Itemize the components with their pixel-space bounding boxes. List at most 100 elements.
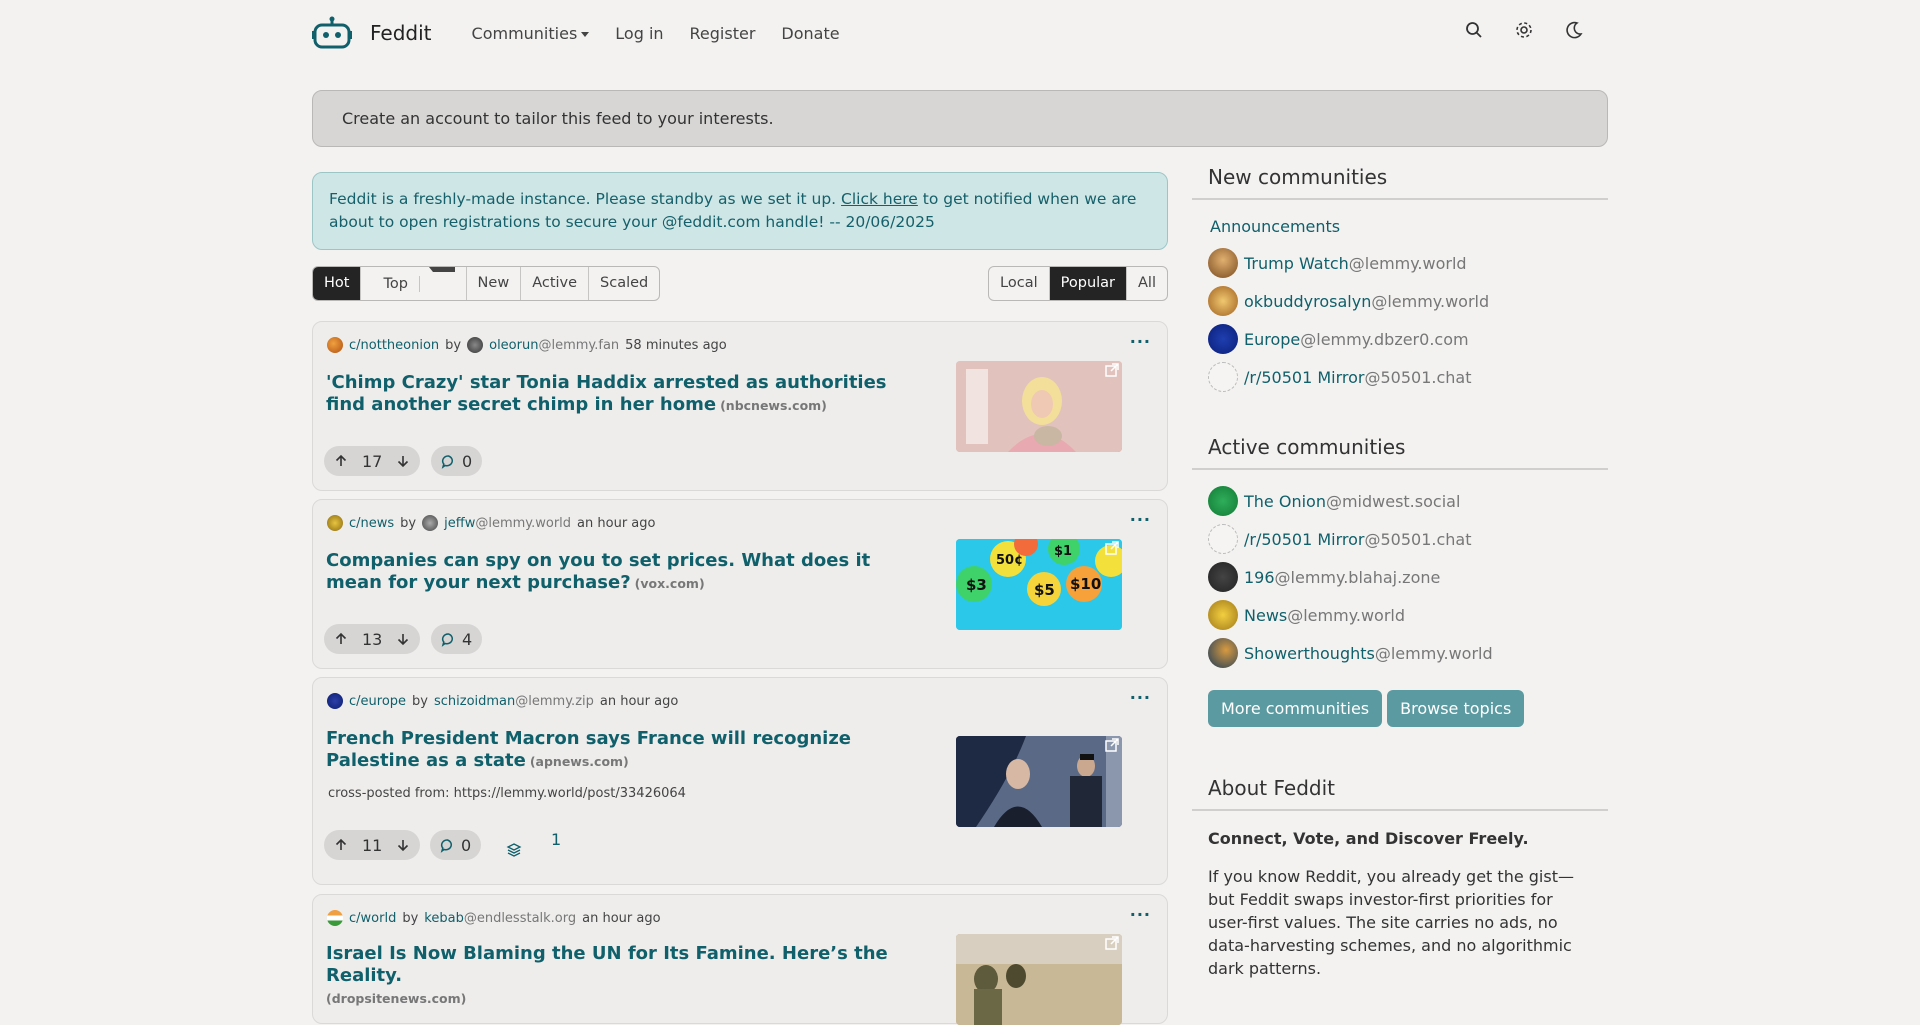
user-instance: @lemmy.zip: [515, 693, 594, 709]
community-link[interactable]: c/world: [349, 911, 396, 926]
community-item[interactable]: News @lemmy.world: [1208, 596, 1608, 634]
vote-controls: 13: [324, 624, 421, 654]
upvote-icon[interactable]: [334, 838, 348, 852]
crosspost-stack-icon[interactable]: [506, 842, 522, 858]
post-title[interactable]: 'Chimp Crazy' star Tonia Haddix arrested…: [326, 372, 926, 417]
external-link-icon: [1105, 936, 1119, 950]
post-card: c/world by kebab@endlesstalk.org an hour…: [312, 894, 1168, 1025]
announcements-link[interactable]: Announcements: [1208, 214, 1608, 240]
thumbnail-image: $3 $5 $10 $1 50¢: [956, 539, 1122, 630]
sort-top[interactable]: Top: [361, 267, 467, 300]
nav-donate[interactable]: Donate: [781, 24, 839, 43]
user-instance: @lemmy.world: [475, 515, 572, 531]
community-link[interactable]: c/europe: [349, 694, 406, 709]
community-icon: [327, 910, 343, 926]
community-name: Trump Watch: [1244, 253, 1349, 273]
sort-new[interactable]: New: [467, 267, 522, 300]
post-time: an hour ago: [577, 515, 656, 531]
thumbnail-image: [956, 361, 1122, 452]
post-thumbnail[interactable]: [956, 934, 1122, 1025]
vote-controls: 17: [324, 446, 421, 476]
community-item[interactable]: /r/50501 Mirror @50501.chat: [1208, 358, 1608, 396]
by-label: by: [400, 515, 417, 531]
sort-bar: Hot Top New Active Scaled Local Popular …: [312, 266, 1168, 301]
search-icon[interactable]: [1464, 20, 1484, 40]
user-link[interactable]: kebab: [424, 911, 464, 926]
community-name: /r/50501 Mirror: [1244, 529, 1365, 549]
notice-text-before: Feddit is a freshly-made instance. Pleas…: [329, 190, 837, 208]
community-name: The Onion: [1244, 491, 1326, 511]
community-item[interactable]: okbuddyrosalyn @lemmy.world: [1208, 282, 1608, 320]
svg-text:$3: $3: [966, 576, 987, 594]
more-options-icon[interactable]: ···: [1130, 688, 1151, 707]
community-name: Europe: [1244, 329, 1301, 349]
sidebar-buttons: More communities Browse topics: [1192, 690, 1608, 727]
community-avatar: [1208, 286, 1238, 316]
more-options-icon[interactable]: ···: [1130, 332, 1151, 351]
active-communities-heading: Active communities: [1192, 430, 1608, 470]
community-item[interactable]: Trump Watch @lemmy.world: [1208, 244, 1608, 282]
community-instance: @lemmy.blahaj.zone: [1274, 567, 1441, 587]
comments-button[interactable]: 0: [430, 830, 482, 860]
dark-mode-icon[interactable]: [1564, 20, 1584, 40]
downvote-icon[interactable]: [396, 838, 410, 852]
settings-icon[interactable]: [1514, 20, 1534, 40]
notice-link[interactable]: Click here: [841, 190, 918, 208]
crosspost-count[interactable]: 1: [551, 830, 561, 849]
listing-all[interactable]: All: [1127, 267, 1167, 300]
listing-popular[interactable]: Popular: [1049, 267, 1128, 300]
post-title[interactable]: French President Macron says France will…: [326, 728, 926, 773]
nav-register[interactable]: Register: [690, 24, 756, 43]
brand[interactable]: Feddit: [312, 16, 472, 50]
listing-local[interactable]: Local: [989, 267, 1050, 300]
sort-hot[interactable]: Hot: [313, 267, 362, 300]
upvote-icon[interactable]: [334, 632, 348, 646]
svg-text:50¢: 50¢: [996, 553, 1023, 568]
community-item[interactable]: Europe @lemmy.dbzer0.com: [1208, 320, 1608, 358]
community-item[interactable]: The Onion @midwest.social: [1208, 482, 1608, 520]
caret-down-icon: [428, 267, 455, 300]
community-link[interactable]: c/news: [349, 516, 394, 531]
downvote-icon[interactable]: [396, 632, 410, 646]
community-item[interactable]: /r/50501 Mirror @50501.chat: [1208, 520, 1608, 558]
comments-button[interactable]: 0: [431, 446, 483, 476]
community-item[interactable]: Showerthoughts @lemmy.world: [1208, 634, 1608, 672]
comments-button[interactable]: 4: [431, 624, 483, 654]
post-thumbnail[interactable]: [956, 361, 1122, 452]
post-meta: c/news by jeffw@lemmy.world an hour ago: [327, 515, 655, 531]
community-avatar: [1208, 562, 1238, 592]
sort-group: Hot Top New Active Scaled: [312, 266, 661, 301]
user-link[interactable]: oleorun: [489, 338, 538, 353]
post-thumbnail[interactable]: [956, 736, 1122, 827]
downvote-icon[interactable]: [396, 454, 410, 468]
upvote-icon[interactable]: [334, 454, 348, 468]
more-options-icon[interactable]: ···: [1130, 510, 1151, 529]
user-link[interactable]: jeffw: [444, 516, 475, 531]
post-title[interactable]: Companies can spy on you to set prices. …: [326, 550, 926, 595]
post-title[interactable]: Israel Is Now Blaming the UN for Its Fam…: [326, 943, 926, 1010]
new-communities-list: Announcements Trump Watch @lemmy.world ok…: [1192, 200, 1608, 396]
community-icon: [327, 693, 343, 709]
post-card: c/nottheonion by oleorun@lemmy.fan 58 mi…: [312, 321, 1168, 491]
community-link[interactable]: c/nottheonion: [349, 338, 439, 353]
nav-login[interactable]: Log in: [615, 24, 663, 43]
by-label: by: [445, 337, 462, 353]
post-thumbnail[interactable]: $3 $5 $10 $1 50¢: [956, 539, 1122, 630]
more-communities-button[interactable]: More communities: [1208, 690, 1383, 727]
post-score: 17: [362, 451, 383, 471]
post-domain: (nbcnews.com): [720, 398, 827, 413]
browse-topics-button[interactable]: Browse topics: [1387, 690, 1525, 727]
nav-communities[interactable]: Communities: [472, 24, 590, 43]
community-item[interactable]: 196 @lemmy.blahaj.zone: [1208, 558, 1608, 596]
user-avatar: [422, 515, 439, 531]
instance-notice: Feddit is a freshly-made instance. Pleas…: [312, 172, 1168, 250]
post-domain: (apnews.com): [529, 754, 629, 769]
more-options-icon[interactable]: ···: [1130, 905, 1151, 924]
user-link[interactable]: schizoidman: [434, 694, 515, 709]
post-score: 11: [362, 835, 383, 855]
caret-down-icon: [581, 31, 590, 37]
post-meta: c/europe by schizoidman@lemmy.zip an hou…: [327, 693, 678, 709]
sort-scaled[interactable]: Scaled: [589, 267, 659, 300]
robot-logo-icon: [312, 16, 352, 49]
sort-active[interactable]: Active: [521, 267, 590, 300]
